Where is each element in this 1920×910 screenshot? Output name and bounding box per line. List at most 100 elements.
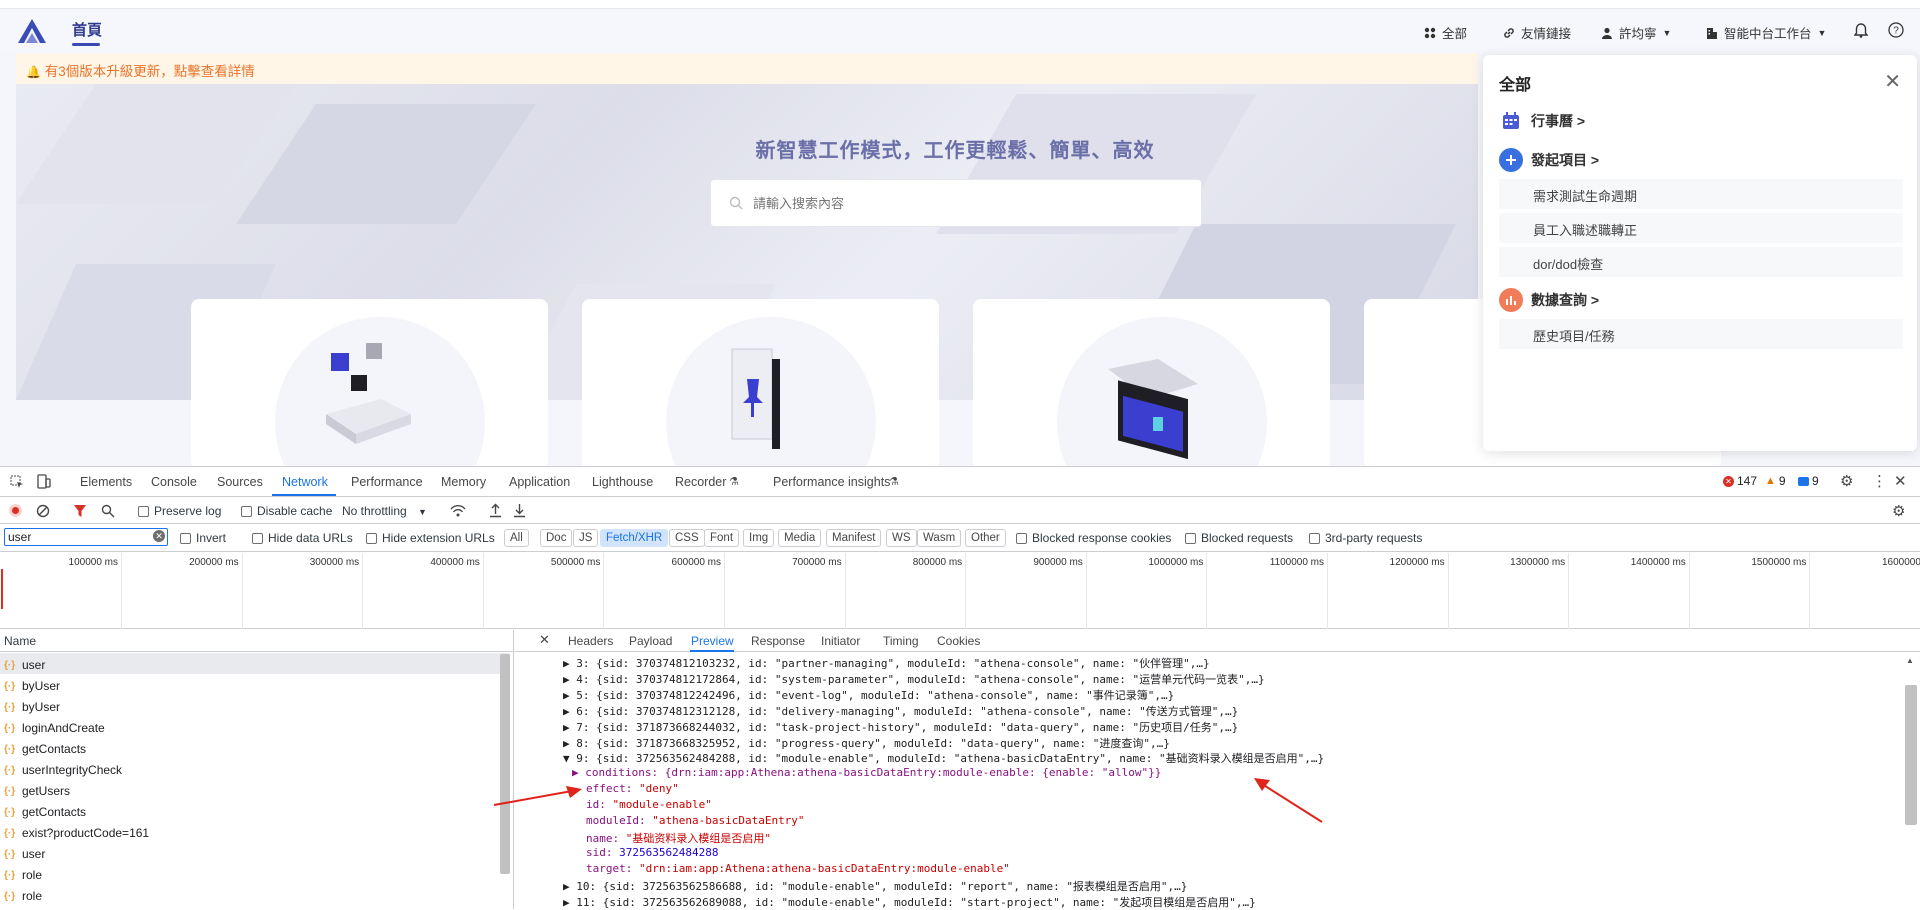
filter-input[interactable]: [4, 528, 168, 546]
nav-all-button[interactable]: 全部: [1424, 23, 1467, 42]
tab-elements[interactable]: Elements: [80, 475, 132, 489]
detail-tab-cookies[interactable]: Cookies: [937, 634, 980, 648]
nav-workspace-menu[interactable]: 智能中台工作台 ▼: [1706, 23, 1826, 42]
type-filter-other[interactable]: Other: [965, 529, 1006, 547]
type-filter-css[interactable]: CSS: [669, 529, 705, 547]
close-icon[interactable]: ✕: [1884, 69, 1901, 94]
json-property-id[interactable]: id: "module-enable": [586, 798, 712, 811]
panel-item[interactable]: 歷史項目/任務: [1499, 319, 1903, 349]
brand-logo-icon[interactable]: [16, 17, 48, 45]
detail-tab-response[interactable]: Response: [751, 634, 805, 648]
request-row[interactable]: {·} exist?productCode=161: [0, 821, 510, 842]
request-row[interactable]: {·} getContacts: [0, 800, 510, 821]
record-stop-icon[interactable]: [9, 504, 22, 517]
close-devtools-icon[interactable]: ✕: [1894, 472, 1907, 490]
request-row[interactable]: {·} role: [0, 884, 510, 905]
detail-tab-payload[interactable]: Payload: [629, 634, 672, 648]
json-array-item[interactable]: ▶ 4: {sid: 370374812172864, id: "system-…: [563, 671, 1265, 687]
json-array-item[interactable]: ▶ 8: {sid: 371873668325952, id: "progres…: [563, 735, 1170, 751]
json-array-item[interactable]: ▶ 10: {sid: 372563562586688, id: "module…: [563, 878, 1187, 894]
preview-scrollbar[interactable]: [1905, 685, 1917, 825]
detail-tab-initiator[interactable]: Initiator: [821, 634, 860, 648]
json-array-item[interactable]: ▼ 9: {sid: 372563562484288, id: "module-…: [563, 750, 1324, 766]
third-party-requests-checkbox[interactable]: 3rd-party requests: [1309, 531, 1422, 545]
throttling-select[interactable]: No throttling ▼: [342, 504, 427, 518]
tab-sources[interactable]: Sources: [217, 475, 263, 489]
close-detail-icon[interactable]: ✕: [539, 632, 550, 648]
tab-lighthouse[interactable]: Lighthouse: [592, 475, 653, 489]
type-filter-ws[interactable]: WS: [886, 529, 917, 547]
type-filter-doc[interactable]: Doc: [540, 529, 573, 547]
tab-performance[interactable]: Performance: [351, 475, 423, 489]
search-box[interactable]: [710, 179, 1202, 227]
network-settings-gear-icon[interactable]: ⚙: [1892, 502, 1905, 520]
panel-item[interactable]: 需求測試生命週期: [1499, 179, 1903, 209]
search-input[interactable]: [753, 195, 1173, 211]
inspect-element-icon[interactable]: [10, 475, 24, 489]
feature-card-2[interactable]: [582, 299, 939, 466]
json-property-conditions[interactable]: ▶ conditions: {drn:iam:app:Athena:athena…: [572, 766, 1161, 779]
type-filter-all[interactable]: All: [504, 529, 529, 547]
request-row[interactable]: {·} role: [0, 863, 510, 884]
request-row[interactable]: {·} getUsers: [0, 779, 510, 800]
filter-icon[interactable]: [74, 504, 86, 518]
type-filter-wasm[interactable]: Wasm: [917, 529, 962, 547]
nav-user-menu[interactable]: 許均寧 ▼: [1601, 23, 1671, 42]
clear-icon[interactable]: [36, 504, 50, 518]
feature-card-3[interactable]: [973, 299, 1330, 466]
json-array-item[interactable]: ▶ 5: {sid: 370374812242496, id: "event-l…: [563, 687, 1174, 703]
tab-home[interactable]: 首頁: [72, 19, 102, 40]
detail-tab-headers[interactable]: Headers: [568, 634, 613, 648]
request-row[interactable]: {·} byUser: [0, 695, 510, 716]
network-timeline-overview[interactable]: 100000 ms 200000 ms 300000 ms 400000 ms 5000…: [0, 553, 1920, 629]
tab-application[interactable]: Application: [509, 475, 570, 489]
settings-gear-icon[interactable]: ⚙: [1840, 472, 1853, 490]
type-filter-manifest[interactable]: Manifest: [826, 529, 882, 547]
network-conditions-icon[interactable]: [450, 504, 466, 518]
detail-tab-timing[interactable]: Timing: [883, 634, 919, 648]
json-array-item[interactable]: ▶ 11: {sid: 372563562689088, id: "module…: [563, 894, 1256, 910]
clear-filter-icon[interactable]: ✕: [153, 530, 165, 542]
request-row[interactable]: {·} byUser: [0, 674, 510, 695]
json-array-item[interactable]: ▶ 3: {sid: 370374812103232, id: "partner…: [563, 655, 1210, 671]
json-property-moduleid[interactable]: moduleId: "athena-basicDataEntry": [586, 814, 805, 827]
type-filter-js[interactable]: JS: [573, 529, 599, 547]
invert-checkbox[interactable]: Invert: [180, 531, 226, 545]
disable-cache-checkbox[interactable]: Disable cache: [241, 504, 332, 518]
tab-console[interactable]: Console: [151, 475, 197, 489]
panel-section-data-query[interactable]: 數據查詢 >: [1499, 288, 1599, 312]
detail-tab-preview[interactable]: Preview: [691, 634, 734, 648]
device-toolbar-icon[interactable]: [37, 474, 51, 489]
name-column-header[interactable]: Name: [0, 630, 514, 652]
nav-friend-links-button[interactable]: 友情鏈接: [1503, 23, 1571, 42]
help-icon[interactable]: ?: [1888, 22, 1904, 38]
bell-icon[interactable]: [1854, 23, 1868, 38]
json-array-item[interactable]: ▶ 6: {sid: 370374812312128, id: "deliver…: [563, 703, 1238, 719]
blocked-response-cookies-checkbox[interactable]: Blocked response cookies: [1016, 531, 1171, 545]
preserve-log-checkbox[interactable]: Preserve log: [138, 504, 221, 518]
upgrade-notice-banner[interactable]: 🔔 有3個版本升級更新，點擊查看詳情: [16, 53, 1478, 84]
info-count[interactable]: 9: [1798, 474, 1819, 488]
type-filter-img[interactable]: Img: [743, 529, 775, 547]
json-property-target[interactable]: target: "drn:iam:app:Athena:athena-basic…: [586, 862, 1010, 875]
blocked-requests-checkbox[interactable]: Blocked requests: [1185, 531, 1293, 545]
type-filter-fetch-xhr[interactable]: Fetch/XHR: [600, 529, 669, 547]
import-har-icon[interactable]: [489, 503, 502, 518]
tab-network[interactable]: Network: [282, 475, 328, 489]
request-row[interactable]: {·} getContacts: [0, 737, 510, 758]
request-row[interactable]: {·} user: [0, 842, 510, 863]
hide-data-urls-checkbox[interactable]: Hide data URLs: [252, 531, 353, 545]
json-property-effect[interactable]: effect: "deny": [586, 782, 679, 795]
panel-section-calendar[interactable]: 行事曆 >: [1499, 109, 1585, 133]
json-array-item[interactable]: ▶ 7: {sid: 371873668244032, id: "task-pr…: [563, 719, 1238, 735]
export-har-icon[interactable]: [513, 503, 526, 518]
error-count[interactable]: ✕ 147: [1723, 474, 1757, 488]
panel-item[interactable]: 員工入職述職轉正: [1499, 213, 1903, 243]
request-list-scrollbar[interactable]: [500, 654, 510, 874]
panel-section-start-project[interactable]: 發起項目 >: [1499, 148, 1599, 172]
tab-performance-insights[interactable]: Performance insights: [773, 475, 890, 489]
type-filter-font[interactable]: Font: [704, 529, 740, 547]
feature-card-1[interactable]: [191, 299, 548, 466]
request-row[interactable]: {·} userIntegrityCheck: [0, 758, 510, 779]
request-row[interactable]: {·} user: [0, 653, 510, 674]
